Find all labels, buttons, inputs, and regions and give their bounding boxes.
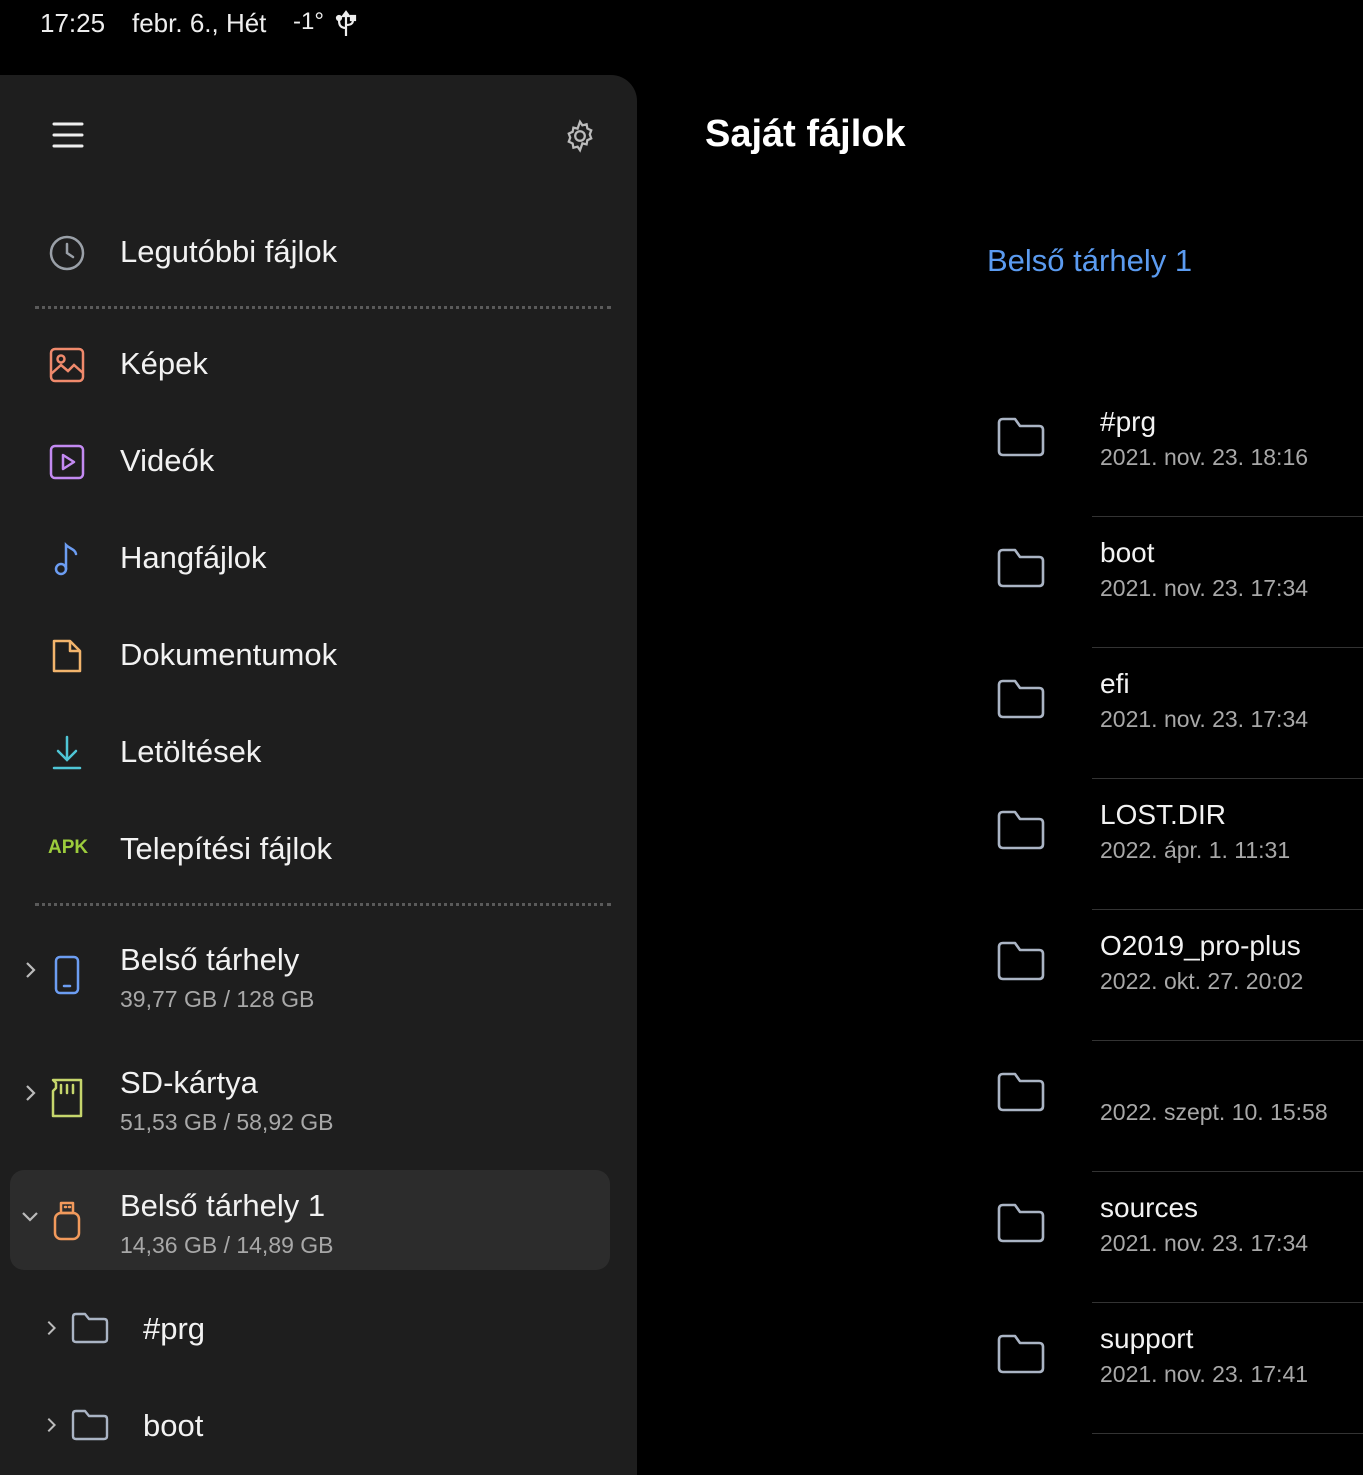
file-row[interactable]: support 2021. nov. 23. 17:41 [990, 1303, 1363, 1434]
gear-icon[interactable] [562, 118, 598, 159]
nav-item-images[interactable]: Képek [0, 319, 637, 409]
folder-icon [996, 416, 1046, 458]
folder-icon [996, 809, 1046, 851]
status-time: 17:25 [40, 8, 106, 38]
chevron-right-icon[interactable] [42, 1319, 60, 1337]
folder-icon [996, 678, 1046, 720]
storage-name: SD-kártya [120, 1065, 258, 1100]
storage-size: 51,53 GB / 58,92 GB [120, 1109, 334, 1135]
folder-icon [70, 1311, 110, 1345]
row-divider [1092, 1433, 1363, 1434]
folder-icon [996, 1071, 1046, 1113]
file-row[interactable]: O2019_pro-plus 2022. okt. 27. 20:02 [990, 910, 1363, 1041]
status-temperature: -1° [293, 8, 324, 35]
download-icon [48, 734, 86, 772]
nav-item-videos[interactable]: Videók [0, 416, 637, 506]
sd-card-icon [48, 1077, 86, 1119]
folder-icon [996, 547, 1046, 589]
storage-internal-1[interactable]: Belső tárhely 1 14,36 GB / 14,89 GB [10, 1170, 610, 1270]
file-name: efi [1100, 668, 1130, 699]
subfolder-name: boot [143, 1408, 204, 1443]
file-date: 2021. nov. 23. 17:34 [1100, 706, 1309, 732]
chevron-right-icon[interactable] [42, 1416, 60, 1434]
nav-item-audio[interactable]: Hangfájlok [0, 513, 637, 603]
subfolder-item[interactable]: boot [40, 1394, 600, 1464]
file-name: #prg [1100, 406, 1157, 437]
chevron-right-icon[interactable] [20, 1083, 40, 1103]
nav-item-documents[interactable]: Dokumentumok [0, 610, 637, 700]
folder-icon [996, 940, 1046, 982]
file-date: 2022. ápr. 1. 11:31 [1100, 837, 1291, 863]
usb-drive-icon [48, 1200, 86, 1242]
file-row[interactable]: 2022. szept. 10. 15:58 [990, 1041, 1363, 1172]
divider [35, 306, 611, 309]
file-date: 2022. okt. 27. 20:02 [1100, 968, 1304, 994]
nav-item-label: Videók [120, 443, 215, 478]
folder-icon [996, 1202, 1046, 1244]
image-icon [48, 346, 86, 384]
nav-item-downloads[interactable]: Letöltések [0, 707, 637, 797]
file-date: 2021. nov. 23. 17:34 [1100, 1230, 1309, 1256]
file-name: boot [1100, 537, 1155, 568]
storage-size: 39,77 GB / 128 GB [120, 986, 315, 1012]
nav-item-label: Telepítési fájlok [120, 831, 332, 866]
usb-icon [335, 10, 357, 45]
file-name: O2019_pro-plus [1100, 930, 1301, 961]
clock-icon [48, 234, 86, 272]
video-icon [48, 443, 86, 481]
nav-item-install-files[interactable]: APK Telepítési fájlok [0, 804, 637, 894]
phone-icon [48, 954, 86, 996]
file-date: 2021. nov. 23. 17:34 [1100, 575, 1309, 601]
music-note-icon [48, 540, 86, 578]
file-row[interactable]: LOST.DIR 2022. ápr. 1. 11:31 [990, 779, 1363, 910]
folder-icon [996, 1333, 1046, 1375]
hamburger-menu-icon[interactable] [50, 119, 86, 156]
storage-name: Belső tárhely [120, 942, 300, 977]
chevron-down-icon[interactable] [20, 1206, 40, 1226]
apk-icon: APK [48, 837, 89, 858]
storage-name: Belső tárhely 1 [120, 1188, 326, 1223]
chevron-right-icon[interactable] [20, 960, 40, 980]
file-name: LOST.DIR [1100, 799, 1227, 830]
file-row[interactable]: #prg 2021. nov. 23. 18:16 [990, 386, 1363, 517]
nav-item-recent-files[interactable]: Legutóbbi fájlok [0, 207, 637, 297]
subfolder-item[interactable]: #prg [40, 1297, 600, 1367]
nav-item-label: Dokumentumok [120, 637, 338, 672]
folder-icon [70, 1408, 110, 1442]
file-date: 2021. nov. 23. 18:16 [1100, 444, 1309, 470]
subfolder-name: #prg [143, 1311, 206, 1346]
storage-internal[interactable]: Belső tárhely 39,77 GB / 128 GB [10, 924, 610, 1024]
nav-item-label: Hangfájlok [120, 540, 267, 575]
file-row[interactable]: sources 2021. nov. 23. 17:34 [990, 1172, 1363, 1303]
status-date: febr. 6., Hét [132, 8, 267, 38]
storage-sd-card[interactable]: SD-kártya 51,53 GB / 58,92 GB [10, 1047, 610, 1147]
navigation-drawer: Legutóbbi fájlok Képek Videók Hangfájlok [0, 75, 637, 1475]
divider [35, 903, 611, 906]
status-bar: 17:25 febr. 6., Hét -1° [0, 0, 1363, 60]
nav-item-label: Letöltések [120, 734, 262, 769]
storage-size: 14,36 GB / 14,89 GB [120, 1232, 334, 1258]
file-row[interactable]: efi 2021. nov. 23. 17:34 [990, 648, 1363, 779]
document-icon [48, 637, 86, 675]
file-row[interactable]: boot 2021. nov. 23. 17:34 [990, 517, 1363, 648]
file-name: sources [1100, 1192, 1199, 1223]
file-date: 2021. nov. 23. 17:41 [1100, 1361, 1309, 1387]
file-name: support [1100, 1323, 1194, 1354]
file-date: 2022. szept. 10. 15:58 [1100, 1099, 1328, 1125]
nav-item-label: Képek [120, 346, 208, 381]
nav-item-label: Legutóbbi fájlok [120, 234, 338, 269]
breadcrumb[interactable]: Belső tárhely 1 [987, 243, 1192, 279]
page-title: Saját fájlok [705, 113, 906, 155]
